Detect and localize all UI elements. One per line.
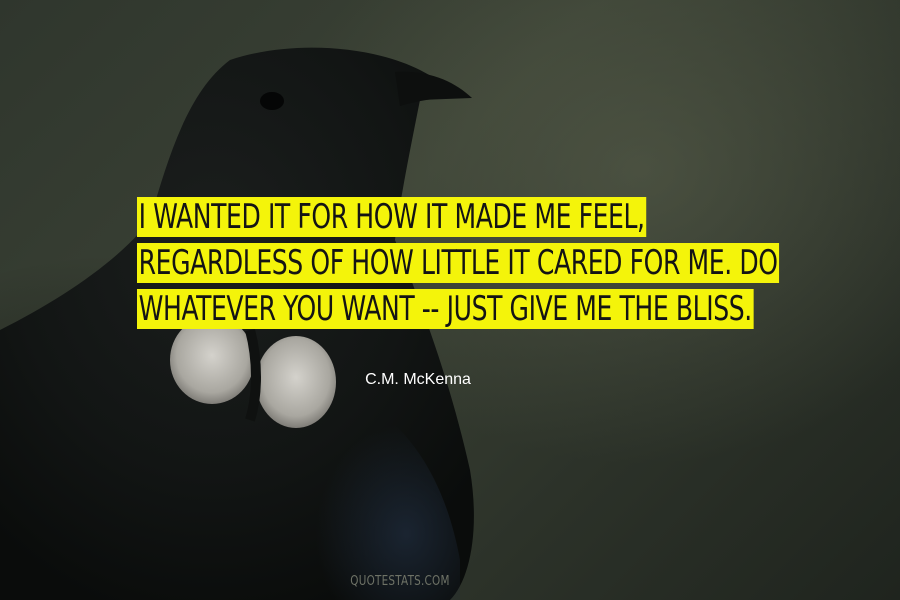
quote-line-2: REGARDLESS OF HOW LITTLE IT CARED FOR ME… bbox=[137, 243, 817, 289]
quote-line-1: I WANTED IT FOR HOW IT MADE ME FEEL, bbox=[137, 197, 817, 243]
quote-line-3: WHATEVER YOU WANT -- JUST GIVE ME THE BL… bbox=[137, 289, 817, 335]
quote-author: C.M. McKenna bbox=[365, 371, 471, 388]
quote-text-block: I WANTED IT FOR HOW IT MADE ME FEEL, REG… bbox=[137, 197, 817, 335]
quote-line-2-text: REGARDLESS OF HOW LITTLE IT CARED FOR ME… bbox=[137, 243, 780, 283]
quote-line-3-text: WHATEVER YOU WANT -- JUST GIVE ME THE BL… bbox=[137, 289, 754, 329]
site-watermark: QUOTESTATS.COM bbox=[350, 574, 450, 589]
quote-image-canvas: I WANTED IT FOR HOW IT MADE ME FEEL, REG… bbox=[0, 0, 900, 600]
quote-line-1-text: I WANTED IT FOR HOW IT MADE ME FEEL, bbox=[137, 197, 647, 237]
